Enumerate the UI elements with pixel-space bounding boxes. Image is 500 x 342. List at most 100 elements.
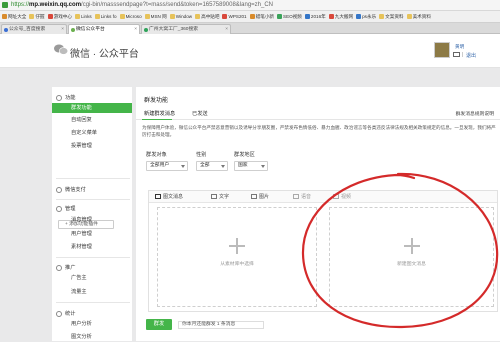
bookmark-item[interactable]: WPS201: [222, 14, 247, 19]
bookmark-item[interactable]: 高中贴吧: [195, 14, 219, 20]
game-icon: [47, 14, 53, 19]
toolbar-text[interactable]: 文字: [211, 193, 229, 200]
sidebar-item-vote[interactable]: 投票管理: [52, 141, 132, 151]
bookmark-label: 2016年: [310, 13, 326, 19]
url-scheme: https://: [11, 2, 30, 8]
target-select[interactable]: 全部用户: [146, 161, 188, 171]
section-title: 统计: [65, 311, 76, 317]
select-value: 全部用户: [150, 163, 170, 168]
url-text[interactable]: https://mp.weixin.qq.com/cgi-bin/masssen…: [11, 2, 273, 8]
sidebar: 功能 群发功能 自动回复 自定义菜单 投票管理 + 添加功能插件 微信支付 管理…: [52, 87, 132, 341]
close-icon[interactable]: ×: [225, 25, 228, 34]
exit-link[interactable]: 退出: [466, 52, 476, 59]
subtab-bar: 新建群发消息 已发送 群发消息规则说明: [136, 109, 500, 120]
sidebar-item-materials[interactable]: 素材管理: [52, 242, 132, 252]
bookmark-label: 文案资料: [385, 13, 404, 19]
bookmark-item[interactable]: Links fo: [94, 14, 117, 19]
bookmark-item[interactable]: 网址大全: [2, 14, 26, 20]
bookmark-item[interactable]: SEO视频: [277, 14, 302, 20]
filter-label-gender: 性别: [196, 152, 207, 158]
site-header: 微信 · 公众平台 黄明 | 退出: [0, 34, 500, 68]
sidebar-item-auto-reply[interactable]: 自动回复: [52, 115, 132, 125]
section-title: 推广: [65, 265, 76, 271]
sidebar-item-advertiser[interactable]: 广告主: [52, 273, 132, 283]
bookmark-label: 游戏中心: [53, 13, 72, 19]
seo-icon: [277, 14, 283, 19]
bookmark-label: 蜡笔小新: [255, 13, 275, 19]
bookmark-item[interactable]: 九大搬网: [328, 13, 354, 20]
bookmark-item[interactable]: 蜡笔小新: [249, 13, 275, 20]
rules-link[interactable]: 群发消息规则说明: [456, 110, 494, 117]
sidebar-item-users[interactable]: 用户管理: [52, 229, 132, 239]
toolbar-image[interactable]: 图片: [251, 193, 269, 200]
bookmark-item[interactable]: Links: [74, 14, 92, 19]
from-material-box[interactable]: 从素材库中选择: [157, 207, 317, 307]
select-value: 国家: [238, 163, 248, 168]
divider: [56, 199, 130, 200]
tab-360-search[interactable]: 广州大窝工厂_360搜索 ×: [141, 24, 231, 34]
username[interactable]: 黄明: [455, 44, 464, 50]
tab-sent[interactable]: 已发送: [192, 110, 208, 117]
promote-icon: [56, 264, 62, 271]
sidebar-section-function: 功能: [52, 93, 132, 102]
bookmark-label: SEO视频: [283, 13, 302, 19]
remaining-quota: 你本月还能群发 1 条消息: [178, 321, 264, 329]
filter-label-target: 群发对象: [146, 152, 167, 158]
region-select[interactable]: 国家: [234, 161, 268, 171]
sidebar-item-messages[interactable]: 消息管理: [52, 215, 132, 225]
toolbar-article[interactable]: 图文消息: [155, 193, 183, 200]
tab-strip: 公众号_百度搜索 × 微信公众平台 × 广州大窝工厂_360搜索 ×: [0, 23, 500, 34]
bookmark-label: Links: [80, 14, 92, 19]
tab-baidu-search[interactable]: 公众号_百度搜索 ×: [1, 24, 67, 34]
lock-icon: [2, 2, 8, 8]
sidebar-item-user-analysis[interactable]: 用户分析: [52, 319, 132, 329]
section-title: 管理: [65, 206, 76, 212]
folder-icon: [74, 14, 80, 19]
avatar[interactable]: [434, 42, 450, 58]
bookmark-label: WPS201: [228, 14, 247, 19]
gender-select[interactable]: 全部: [196, 161, 228, 171]
wechat-icon: [71, 28, 75, 32]
message-icon[interactable]: [453, 52, 460, 57]
sidebar-section-manage: 管理: [52, 204, 132, 213]
select-value: 全部: [200, 163, 210, 168]
mass-send-button[interactable]: 群发: [146, 319, 172, 330]
bookmark-item[interactable]: Microso: [119, 14, 142, 19]
sidebar-section-promote: 推广: [52, 263, 132, 272]
platform-name[interactable]: 微信 · 公众平台: [70, 45, 139, 60]
header-divider: |: [462, 52, 464, 58]
close-icon[interactable]: ×: [61, 25, 64, 34]
bookmark-label: 九大搬网: [334, 13, 354, 19]
sidebar-item-publisher[interactable]: 流量主: [52, 287, 132, 297]
stats-icon: [56, 310, 62, 317]
policy-notice: 为保障用户体验，微信公众平台严禁恶意营销以及诱导分享朋友圈，严禁发布色情低俗、暴…: [142, 125, 496, 137]
bookmark-item[interactable]: MSN 网: [144, 14, 167, 20]
baidu-icon: [4, 28, 8, 32]
sidebar-item-mass-send[interactable]: 群发功能: [52, 103, 132, 113]
bookmark-item[interactable]: Window: [169, 14, 192, 19]
folder-icon: [169, 14, 175, 19]
image-icon: [251, 194, 257, 199]
bookmark-item[interactable]: 游戏中心: [47, 13, 72, 20]
plus-icon: [229, 238, 245, 254]
tab-wechat-platform[interactable]: 微信公众平台 ×: [68, 24, 140, 34]
sidebar-section-wechat-pay[interactable]: 微信支付: [52, 185, 132, 194]
section-title: 微信支付: [65, 187, 86, 193]
tab-new-mass-message[interactable]: 新建群发消息: [144, 110, 175, 117]
bookmark-item[interactable]: 2016年: [304, 13, 326, 20]
star-icon: [2, 14, 7, 19]
bookmark-item[interactable]: 美术资料: [406, 14, 431, 20]
sidebar-item-custom-menu[interactable]: 自定义菜单: [52, 128, 132, 138]
bookmark-label: 网址大全: [8, 13, 27, 19]
ps-icon: [356, 14, 362, 19]
address-bar[interactable]: https://mp.weixin.qq.com/cgi-bin/masssen…: [0, 0, 500, 11]
bookmarks-bar: 网址大全 仔握 游戏中心 Links Links fo Microso MSN 网 Windo…: [0, 11, 500, 23]
bookmark-item[interactable]: ps永乐: [356, 14, 376, 20]
bookmark-item[interactable]: 仔握: [29, 14, 45, 20]
bookmark-item[interactable]: 文案资料: [379, 13, 404, 20]
toolbar-label: 图片: [259, 194, 270, 200]
close-icon[interactable]: ×: [134, 25, 137, 34]
text-icon: [211, 194, 217, 199]
tab-label: 微信公众平台: [76, 27, 105, 32]
folder-icon: [119, 14, 125, 19]
